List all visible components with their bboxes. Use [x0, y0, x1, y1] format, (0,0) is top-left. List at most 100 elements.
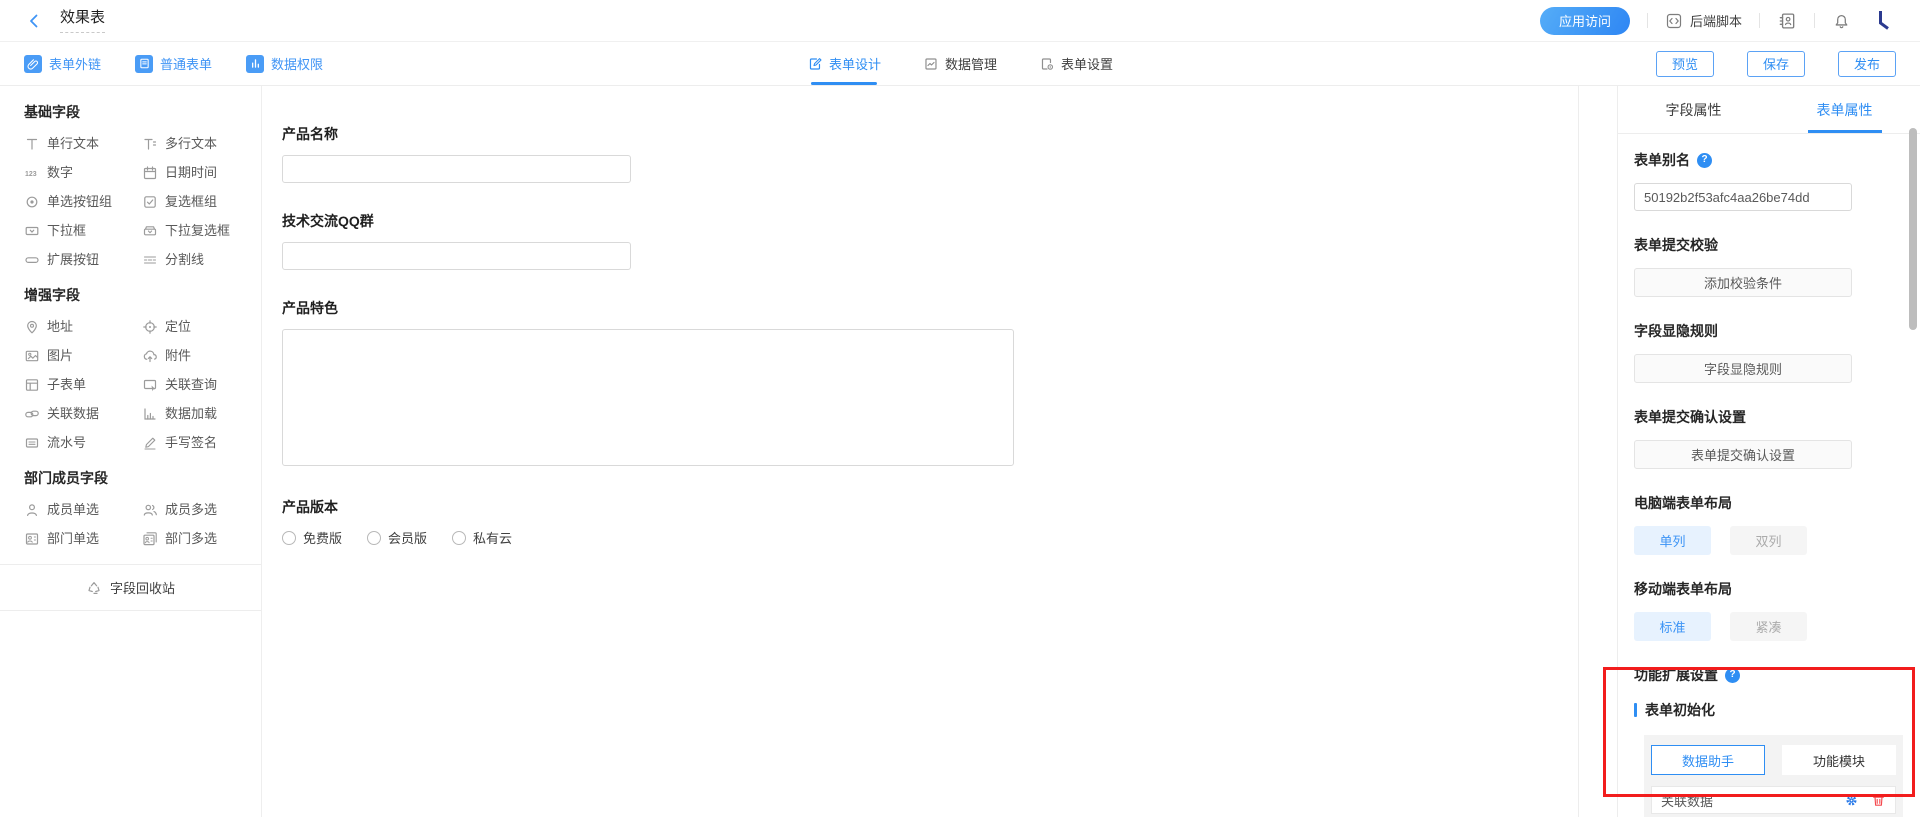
back-button[interactable] [24, 11, 44, 31]
radio-option-free[interactable]: 免费版 [282, 528, 342, 547]
bar-chart-icon [246, 55, 264, 73]
field-item-member-multi[interactable]: 成员多选 [142, 502, 261, 518]
tab-label: 表单外链 [49, 54, 101, 73]
field-label: 附件 [165, 348, 191, 364]
multi-dropdown-icon [142, 223, 158, 239]
tab-data-manage[interactable]: 数据管理 [923, 42, 997, 85]
submit-confirm-button[interactable]: 表单提交确认设置 [1634, 440, 1852, 469]
tab-form-properties[interactable]: 表单属性 [1769, 86, 1920, 133]
field-item-data-load[interactable]: 数据加载 [142, 406, 261, 422]
field-item-checkbox-group[interactable]: 复选框组 [142, 194, 261, 210]
product-name-input[interactable] [282, 155, 631, 183]
qq-group-input[interactable] [282, 242, 631, 270]
app-access-button[interactable]: 应用访问 [1540, 7, 1630, 35]
header-actions: 应用访问 后端脚本 [1540, 7, 1896, 35]
linked-data-row[interactable]: 关联数据 [1651, 786, 1896, 814]
canvas-field-product-version[interactable]: 产品版本 免费版 会员版 私有云 [282, 499, 1578, 547]
radio-option-member[interactable]: 会员版 [367, 528, 427, 547]
field-item-handwritten-signature[interactable]: 手写签名 [142, 435, 261, 451]
field-item-subform[interactable]: 子表单 [24, 377, 142, 393]
field-item-image[interactable]: 图片 [24, 348, 142, 364]
extension-settings-label: 功能扩展设置 ? [1634, 667, 1904, 683]
radio-group: 免费版 会员版 私有云 [282, 528, 1578, 547]
field-item-multi-dropdown[interactable]: 下拉复选框 [142, 223, 261, 239]
field-label: 单选按钮组 [47, 194, 112, 210]
field-item-attachment[interactable]: 附件 [142, 348, 261, 364]
backend-script-button[interactable]: 后端脚本 [1665, 11, 1742, 30]
label-text: 功能扩展设置 [1634, 667, 1718, 683]
field-palette-sidebar: 基础字段 单行文本 多行文本 数字 日期时间 单选按钮组 复选框组 下拉框 下拉… [0, 86, 262, 817]
toolbar-actions: 预览 保存 发布 [1656, 51, 1896, 77]
field-label: 关联查询 [165, 377, 217, 393]
field-item-address[interactable]: 地址 [24, 319, 142, 335]
form-toolbar: 表单外链 普通表单 数据权限 表单设计 数据管理 表单设置 [0, 42, 1920, 86]
help-icon[interactable]: ? [1697, 153, 1712, 168]
radio-option-private-cloud[interactable]: 私有云 [452, 528, 512, 547]
form-design-icon [807, 56, 823, 72]
field-label: 部门多选 [165, 531, 217, 547]
tab-field-properties[interactable]: 字段属性 [1618, 86, 1769, 133]
tab-form-settings[interactable]: 表单设置 [1039, 42, 1113, 85]
save-button[interactable]: 保存 [1747, 51, 1805, 77]
tab-form-external-link[interactable]: 表单外链 [24, 54, 101, 73]
bell-icon[interactable] [1832, 11, 1851, 30]
tab-form-design[interactable]: 表单设计 [807, 42, 881, 85]
field-item-extend-button[interactable]: 扩展按钮 [24, 252, 142, 268]
field-item-department-single[interactable]: 部门单选 [24, 531, 142, 547]
single-line-text-icon [24, 136, 40, 152]
pill-button-icon [24, 252, 40, 268]
field-item-serial-number[interactable]: 流水号 [24, 435, 142, 451]
field-item-multi-line-text[interactable]: 多行文本 [142, 136, 261, 152]
mobile-layout-standard[interactable]: 标准 [1634, 612, 1711, 641]
tab-normal-form[interactable]: 普通表单 [135, 54, 212, 73]
field-label: 多行文本 [165, 136, 217, 152]
field-item-number[interactable]: 数字 [24, 165, 142, 181]
field-item-radio-group[interactable]: 单选按钮组 [24, 194, 142, 210]
top-header: 效果表 应用访问 后端脚本 [0, 0, 1920, 42]
field-item-linked-data[interactable]: 关联数据 [24, 406, 142, 422]
pc-layout-double-column[interactable]: 双列 [1730, 526, 1807, 555]
field-item-single-line-text[interactable]: 单行文本 [24, 136, 142, 152]
field-item-department-multi[interactable]: 部门多选 [142, 531, 261, 547]
preview-button[interactable]: 预览 [1656, 51, 1714, 77]
page-title[interactable]: 效果表 [60, 9, 105, 33]
field-item-member-single[interactable]: 成员单选 [24, 502, 142, 518]
mobile-layout-compact[interactable]: 紧凑 [1730, 612, 1807, 641]
field-item-linked-query[interactable]: 关联查询 [142, 377, 261, 393]
departments-icon [142, 531, 158, 547]
tab-function-module[interactable]: 功能模块 [1782, 745, 1896, 775]
tab-data-permission[interactable]: 数据权限 [246, 54, 323, 73]
panel-scrollbar[interactable] [1909, 128, 1917, 330]
trash-icon[interactable] [1871, 793, 1886, 808]
label-text: 表单别名 [1634, 152, 1690, 168]
field-item-dropdown[interactable]: 下拉框 [24, 223, 142, 239]
pc-layout-single-column[interactable]: 单列 [1634, 526, 1711, 555]
form-canvas: 产品名称 技术交流QQ群 产品特色 产品版本 免费版 会员版 私有云 [262, 86, 1579, 817]
field-recycle-bin-button[interactable]: 字段回收站 [0, 565, 261, 610]
radio-label: 私有云 [473, 528, 512, 547]
separator [1759, 13, 1760, 28]
publish-button[interactable]: 发布 [1838, 51, 1896, 77]
tab-data-assistant[interactable]: 数据助手 [1651, 745, 1765, 775]
form-init-tabs: 数据助手 功能模块 [1651, 745, 1896, 775]
product-features-textarea[interactable] [282, 329, 1014, 466]
field-item-datetime[interactable]: 日期时间 [142, 165, 261, 181]
cloud-upload-icon [142, 348, 158, 364]
gear-icon[interactable] [1844, 793, 1859, 808]
canvas-field-qq-group[interactable]: 技术交流QQ群 [282, 213, 1578, 270]
person-icon [24, 502, 40, 518]
help-icon[interactable]: ? [1725, 668, 1740, 683]
field-item-geolocation[interactable]: 定位 [142, 319, 261, 335]
canvas-field-product-name[interactable]: 产品名称 [282, 126, 1578, 183]
sidebar-divider [0, 610, 261, 611]
add-check-condition-button[interactable]: 添加校验条件 [1634, 268, 1852, 297]
contacts-icon[interactable] [1777, 11, 1797, 31]
field-label: 产品名称 [282, 126, 1578, 142]
canvas-field-product-features[interactable]: 产品特色 [282, 300, 1578, 469]
field-item-divider-line[interactable]: 分割线 [142, 252, 261, 268]
designer-mode-tabs: 表单设计 数据管理 表单设置 [807, 42, 1113, 85]
field-label: 下拉复选框 [165, 223, 230, 239]
form-alias-input[interactable] [1634, 183, 1852, 211]
field-visibility-button[interactable]: 字段显隐规则 [1634, 354, 1852, 383]
linked-data-label: 关联数据 [1661, 791, 1713, 810]
